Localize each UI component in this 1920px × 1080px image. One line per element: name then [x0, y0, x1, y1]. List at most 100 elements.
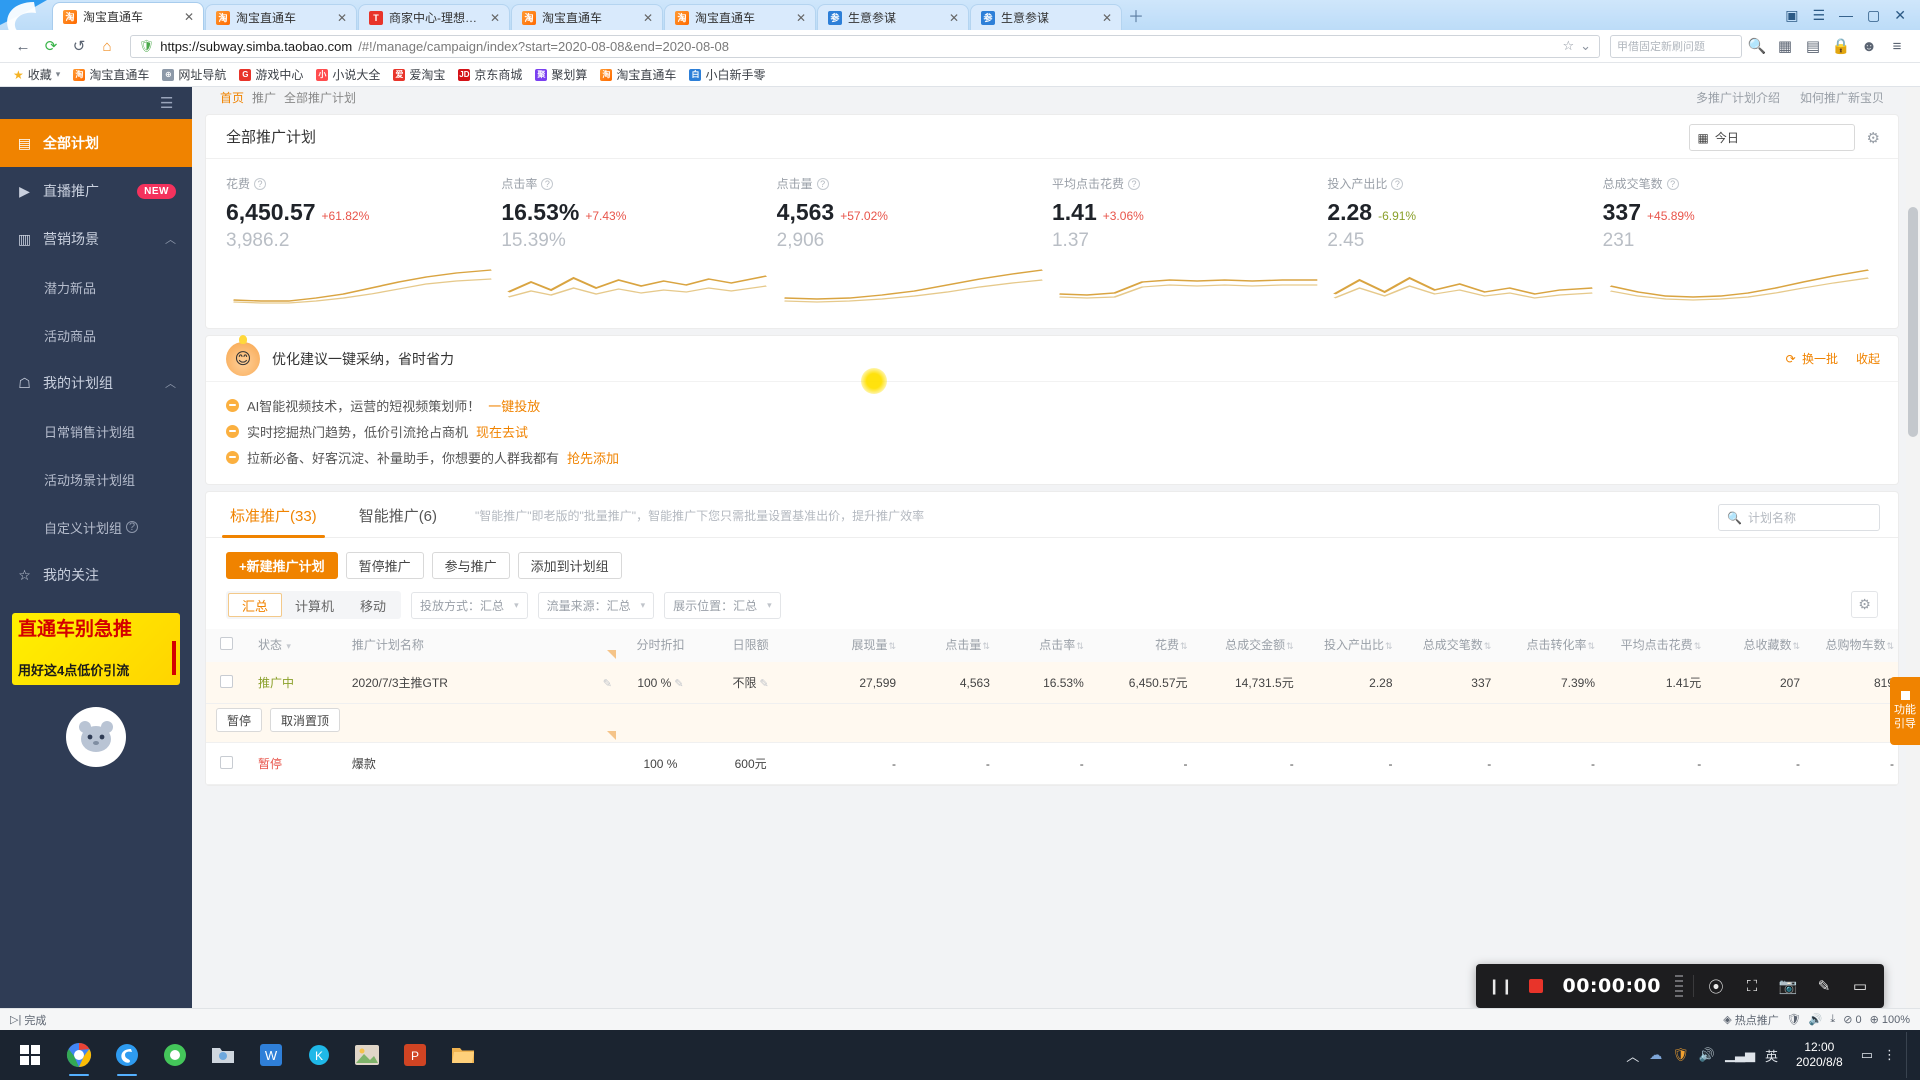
taskbar-ppt-icon[interactable]: P	[392, 1032, 438, 1078]
minimize-icon[interactable]: —	[1839, 8, 1853, 22]
address-bar[interactable]: 🛡 https://subway.simba.taobao.com /#!/man…	[130, 34, 1600, 58]
join-promotion-button[interactable]: 参与推广	[431, 552, 510, 579]
tab-standard-promotion[interactable]: 标准推广(33)	[222, 505, 325, 538]
taskbar-clock[interactable]: 12:00 2020/8/8	[1788, 1040, 1851, 1070]
tray-network-icon[interactable]: ▁▃▅	[1725, 1047, 1755, 1063]
breadcrumb-item[interactable]: 推广	[252, 89, 276, 106]
region-select-icon[interactable]: ⦿	[1698, 969, 1734, 1003]
camera-icon[interactable]: 📷	[1770, 969, 1806, 1003]
col-cart[interactable]: 总购物车数⇅	[1804, 629, 1898, 662]
bookmark-item[interactable]: G 游戏中心	[234, 64, 308, 85]
metric-card[interactable]: 花费? 6,450.57 +61.82% 3,986.2	[226, 175, 501, 252]
pen-icon[interactable]: ✎	[1806, 969, 1842, 1003]
tray-expand-icon[interactable]: ︿	[1626, 1046, 1639, 1065]
breadcrumb-item[interactable]: 首页	[220, 89, 244, 106]
sidebar-item-my-follows[interactable]: ☆ 我的关注	[0, 551, 192, 599]
taskbar-sogou-icon[interactable]	[104, 1032, 150, 1078]
bookmark-item[interactable]: ⊕ 网址导航	[157, 64, 231, 85]
browser-tab[interactable]: 参 生意参谋 ✕	[817, 4, 969, 30]
sidebar-item-marketing-scene[interactable]: ▥ 营销场景 ︿	[0, 215, 192, 263]
bookmark-item[interactable]: 淘 淘宝直通车	[595, 64, 681, 85]
new-plan-button[interactable]: +新建推广计划	[226, 552, 338, 579]
close-icon[interactable]: ✕	[181, 9, 197, 25]
col-cost[interactable]: 花费⇅	[1087, 629, 1192, 662]
table-row[interactable]: 暂停 爆款 100 % 600元 - - - - - - - - - - -	[206, 730, 1898, 785]
help-icon[interactable]: ?	[1666, 177, 1679, 190]
browser-tab[interactable]: T 商家中心-理想生活上天 ✕	[358, 4, 510, 30]
sidebar-item-daily-sales-group[interactable]: 日常销售计划组	[0, 407, 192, 455]
segment-summary[interactable]: 汇总	[228, 593, 283, 617]
date-range-picker[interactable]: ▦ 今日	[1688, 124, 1855, 151]
collapse-suggestions-button[interactable]: 收起	[1856, 350, 1880, 367]
user-icon[interactable]: ☻	[1856, 33, 1882, 59]
bookmark-item[interactable]: 小 小说大全	[311, 64, 385, 85]
wallet-icon[interactable]: ▤	[1800, 33, 1826, 59]
delivery-method-select[interactable]: 投放方式：汇总 ▾	[411, 591, 528, 619]
traffic-source-select[interactable]: 流量来源：汇总 ▾	[537, 591, 655, 619]
search-icon[interactable]: 🔍	[1744, 33, 1770, 59]
help-icon[interactable]: ?	[1391, 177, 1404, 190]
start-button[interactable]	[6, 1032, 54, 1078]
row-plan-name[interactable]: 爆款	[341, 742, 567, 785]
edit-pencil-icon[interactable]: ✎	[760, 678, 769, 690]
history-back-icon[interactable]: ↺	[66, 33, 92, 59]
feature-guide-tab[interactable]: 功能引导	[1890, 677, 1920, 745]
browser-tab[interactable]: 淘 淘宝直通车 ✕	[664, 4, 816, 30]
metric-card[interactable]: 投入产出比? 2.28 -6.91% 2.45	[1327, 175, 1602, 252]
scrollbar-thumb[interactable]	[1908, 207, 1918, 437]
sidebar-item-activity-scene-group[interactable]: 活动场景计划组	[0, 455, 192, 503]
menu-icon[interactable]: ☰	[1812, 8, 1825, 22]
shield-status-icon[interactable]: 🛡	[1787, 1013, 1801, 1026]
segment-pc[interactable]: 计算机	[282, 593, 347, 617]
sidebar-item-live-promotion[interactable]: ▶ 直播推广 NEW	[0, 167, 192, 215]
tab-smart-promotion[interactable]: 智能推广(6)	[355, 505, 441, 537]
row-unpin-button[interactable]: 取消置顶	[270, 708, 341, 732]
sidebar-promo-banner[interactable]: 直通车别急推 用好这4点低价引流	[12, 613, 180, 685]
bookmark-item[interactable]: 白 小白新手零	[684, 64, 770, 85]
col-cvr[interactable]: 点击转化率⇅	[1495, 629, 1600, 662]
suggestion-link[interactable]: 一键投放	[488, 396, 540, 415]
close-window-icon[interactable]: ✕	[1894, 8, 1906, 22]
taskbar-kugou-icon[interactable]: K	[296, 1032, 342, 1078]
tray-volume-icon[interactable]: 🔊	[1699, 1047, 1715, 1063]
sidebar-item-all-plans[interactable]: ▤ 全部计划	[0, 119, 192, 167]
tray-ime-indicator[interactable]: 英	[1765, 1046, 1778, 1065]
col-cpc[interactable]: 平均点击花费⇅	[1599, 629, 1706, 662]
bookmark-item[interactable]: ★ 收藏 ▾	[8, 64, 65, 85]
col-status[interactable]: 状态 ▾	[247, 629, 342, 662]
column-settings-icon[interactable]: ⚙	[1851, 591, 1878, 618]
metric-card[interactable]: 点击量? 4,563 +57.02% 2,906	[777, 175, 1052, 252]
edit-pencil-icon[interactable]: ✎	[674, 678, 683, 690]
apps-icon[interactable]: ▦	[1772, 33, 1798, 59]
browser-tab[interactable]: 参 生意参谋 ✕	[970, 4, 1122, 30]
bookmark-star-icon[interactable]: ☆	[1562, 38, 1574, 54]
page-scrollbar[interactable]	[1906, 87, 1920, 1030]
bookmark-item[interactable]: JD 京东商城	[453, 64, 527, 85]
more-tray-icon[interactable]: ⋮	[1883, 1047, 1896, 1063]
help-icon[interactable]: ?	[816, 177, 829, 190]
taskbar-folder-icon[interactable]	[200, 1032, 246, 1078]
fullscreen-icon[interactable]: ⛶	[1734, 969, 1770, 1003]
tray-cloud-icon[interactable]: ☁	[1649, 1047, 1662, 1063]
plan-search-input[interactable]: 🔍 计划名称	[1718, 504, 1880, 531]
col-roi[interactable]: 投入产出比⇅	[1297, 629, 1397, 662]
maximize-icon[interactable]: ▢	[1867, 8, 1880, 22]
sound-icon[interactable]: 🔊	[1809, 1013, 1823, 1026]
col-clicks[interactable]: 点击量⇅	[900, 629, 994, 662]
help-icon[interactable]: ?	[126, 521, 139, 533]
checkbox[interactable]	[220, 637, 234, 650]
segment-mobile[interactable]: 移动	[347, 593, 399, 617]
how-to-promote-link[interactable]: 如何推广新宝贝	[1800, 89, 1884, 106]
taskbar-app-icon[interactable]: W	[248, 1032, 294, 1078]
avatar[interactable]	[66, 707, 126, 767]
screenshot-icon[interactable]: ▣	[1785, 8, 1798, 22]
help-icon[interactable]: ?	[1128, 177, 1140, 190]
home-icon[interactable]: ⌂	[94, 33, 120, 59]
more-menu-icon[interactable]: ≡	[1884, 33, 1910, 59]
display-position-select[interactable]: 展示位置：汇总 ▾	[664, 591, 781, 619]
download-icon[interactable]: ⤓	[1830, 1013, 1835, 1026]
close-icon[interactable]: ✕	[487, 10, 503, 26]
pause-promotion-button[interactable]: 暂停推广	[345, 552, 424, 579]
collapse-sidebar-icon[interactable]: ☰	[160, 96, 178, 111]
col-impressions[interactable]: 展现量⇅	[796, 629, 901, 662]
